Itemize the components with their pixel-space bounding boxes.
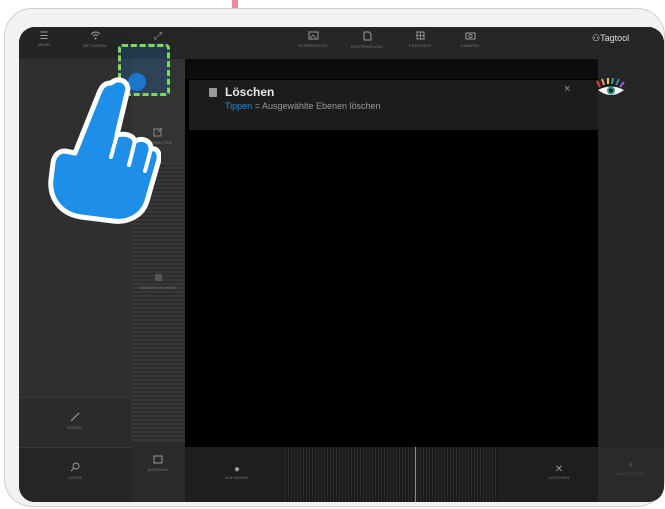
delete-hint-panel: Löschen Tippen = Ausgewählte Ebenen lösc…: [189, 80, 598, 130]
canvas-header-strip: [185, 59, 598, 79]
top-toolbar: SCREENSHOT HINTERGRUND EINFÜGEN KAMERA: [185, 27, 598, 59]
trash-icon: [209, 88, 217, 97]
bottom-bar: ● AUFNAHME ✕ LÖSCHEN: [185, 447, 598, 502]
screenshot-icon: [289, 31, 337, 43]
record-icon: ●: [233, 464, 241, 475]
record-button[interactable]: ● AUFNAHME: [215, 464, 259, 481]
stage: ☰ MENÜ NETZWERK PINSEL ZOOM ⤢ VOLLBILD B…: [0, 0, 665, 509]
layers-icon: [135, 273, 181, 285]
camera-icon: [447, 31, 493, 43]
insert-label: EINFÜGEN: [408, 43, 432, 48]
delete-icon: ✕: [554, 464, 564, 475]
close-icon[interactable]: ×: [564, 83, 570, 95]
tagtool-logo-icon: ⚇: [592, 33, 601, 43]
network-label: NETZWERK: [82, 43, 108, 48]
screenshot-button[interactable]: SCREENSHOT: [289, 31, 337, 49]
eye-logo-icon: [596, 78, 625, 95]
add-label: HINZUFÜGEN: [616, 471, 646, 476]
right-panel: + HINZUFÜGEN: [598, 27, 664, 502]
left-toolbar: ☰ MENÜ NETZWERK: [19, 27, 131, 59]
hint-body: Tippen = Ausgewählte Ebenen löschen: [225, 101, 381, 111]
add-button[interactable]: + HINZUFÜGEN: [598, 447, 664, 502]
insert-button[interactable]: EINFÜGEN: [397, 31, 443, 49]
menu-label: MENÜ: [37, 42, 51, 47]
record-label: AUFNAHME: [224, 475, 250, 480]
delete-button[interactable]: ✕ LÖSCHEN: [537, 464, 581, 481]
select-layers-label: EBENEN WÄHLEN: [139, 285, 177, 290]
zoom-button[interactable]: ZOOM: [19, 447, 131, 502]
fullscreen-icon: ⤢: [154, 31, 162, 42]
grid-icon: [397, 31, 443, 43]
timeline[interactable]: [285, 447, 498, 502]
wifi-icon: [73, 31, 117, 43]
hint-body-text: = Ausgewählte Ebenen löschen: [252, 101, 381, 111]
camera-button[interactable]: KAMERA: [447, 31, 493, 49]
square-icon: [135, 455, 181, 467]
brush-button[interactable]: PINSEL: [19, 397, 131, 447]
tablet-frame: ☰ MENÜ NETZWERK PINSEL ZOOM ⤢ VOLLBILD B…: [4, 8, 665, 507]
add-icon: +: [628, 460, 634, 471]
hint-tap-word: Tippen: [225, 101, 253, 111]
document-icon: [341, 31, 393, 44]
zoom-label: ZOOM: [68, 475, 82, 480]
background-label: HINTERGRUND: [351, 44, 383, 49]
timeline-playhead[interactable]: [415, 447, 416, 502]
menu-button[interactable]: ☰ MENÜ: [27, 31, 61, 48]
brand-logo: ⚇Tagtool: [592, 33, 629, 44]
selection-label: AUSWAHL: [147, 467, 169, 472]
screenshot-label: SCREENSHOT: [298, 43, 328, 48]
delete-label: LÖSCHEN: [548, 475, 570, 480]
background-button[interactable]: HINTERGRUND: [341, 31, 393, 50]
search-icon: [55, 462, 95, 475]
brand-name: Tagtool: [600, 33, 630, 43]
hand-pointer-icon: [48, 77, 161, 224]
brush-label: PINSEL: [67, 425, 83, 430]
brush-icon: [55, 412, 95, 425]
hint-title: Löschen: [225, 85, 275, 99]
camera-label: KAMERA: [460, 43, 480, 48]
selection-button[interactable]: AUSWAHL: [131, 443, 185, 502]
menu-icon: ☰: [39, 31, 49, 42]
network-button[interactable]: NETZWERK: [73, 31, 117, 49]
select-layers-button[interactable]: EBENEN WÄHLEN: [135, 273, 181, 291]
